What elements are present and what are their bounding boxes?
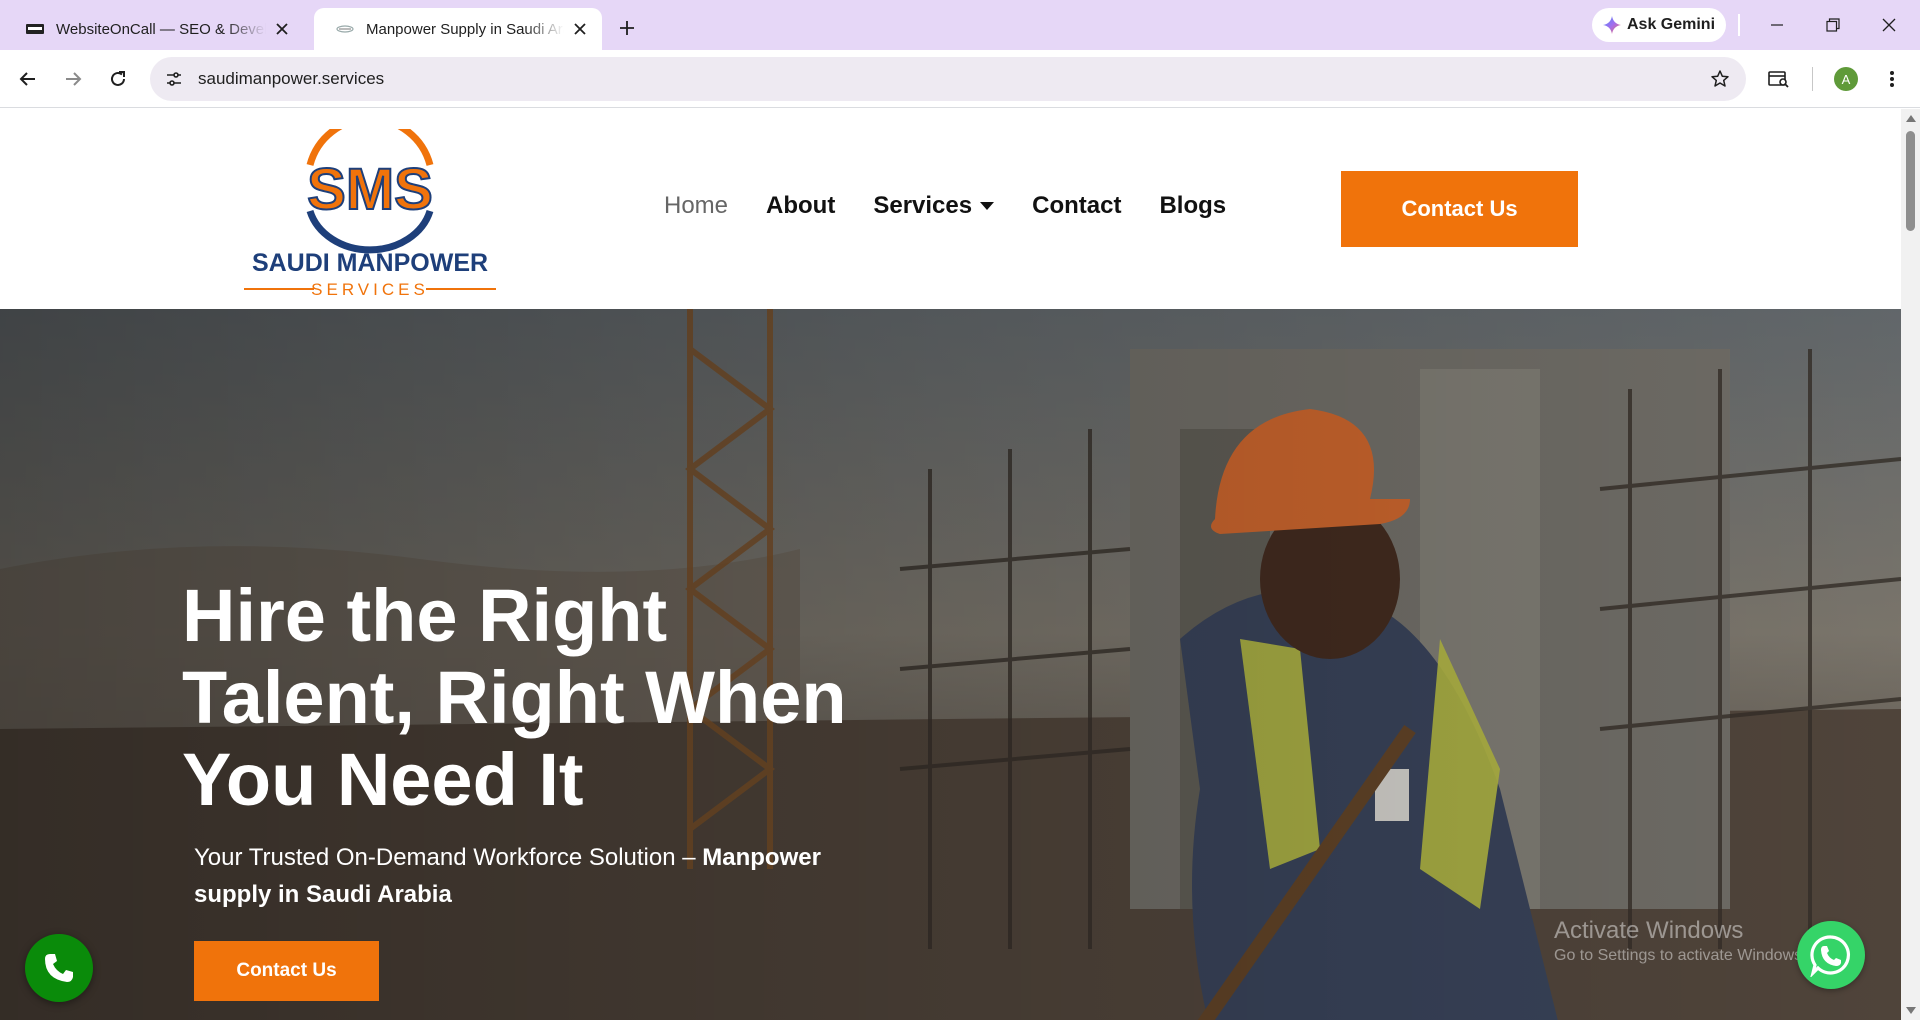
activate-windows-watermark: Activate Windows Go to Settings to activ… xyxy=(1554,917,1807,965)
arrow-right-icon xyxy=(66,72,82,86)
hero-title-line-1: Hire the Right xyxy=(182,574,668,657)
browser-tab-title: WebsiteOnCall — SEO & Development xyxy=(56,20,266,38)
browser-menu-button[interactable] xyxy=(1874,61,1910,97)
toolbar-divider xyxy=(1812,67,1813,91)
logo-company-name: SAUDI MANPOWER xyxy=(252,249,488,277)
logo-tagline: SERVICES xyxy=(311,280,429,299)
site-header: SMS SAUDI MANPOWER SERVICES Home About S… xyxy=(0,109,1901,309)
close-icon xyxy=(1882,18,1896,32)
saudimanpower-favicon-icon xyxy=(336,25,354,33)
whatsapp-icon xyxy=(1810,935,1851,977)
new-tab-button[interactable] xyxy=(612,13,642,43)
browser-tab-websiteoncall[interactable]: WebsiteOnCall — SEO & Development xyxy=(4,8,304,50)
forward-button[interactable] xyxy=(55,61,91,97)
tabbar-divider xyxy=(1738,14,1740,36)
window-close-button[interactable] xyxy=(1864,8,1914,42)
site-settings-icon[interactable] xyxy=(162,67,186,91)
phone-icon xyxy=(45,954,73,982)
plus-icon xyxy=(620,21,634,35)
nav-link-contact[interactable]: Contact xyxy=(1032,192,1121,220)
close-icon[interactable] xyxy=(272,19,292,39)
whatsapp-button[interactable] xyxy=(1797,921,1865,989)
profile-initial: A xyxy=(1841,71,1851,87)
browser-tab-saudimanpower[interactable]: Manpower Supply in Saudi Arabia xyxy=(314,8,602,50)
websiteoncall-favicon-icon xyxy=(26,24,44,34)
nav-link-blogs[interactable]: Blogs xyxy=(1159,192,1226,220)
header-contact-us-button[interactable]: Contact Us xyxy=(1341,171,1578,247)
reload-icon xyxy=(111,71,125,86)
scrollbar-thumb[interactable] xyxy=(1906,131,1915,231)
nav-link-services-label: Services xyxy=(873,192,973,219)
back-button[interactable] xyxy=(10,61,46,97)
address-bar[interactable]: saudimanpower.services xyxy=(150,57,1746,101)
site-logo[interactable]: SMS SAUDI MANPOWER SERVICES xyxy=(228,115,512,299)
url-text[interactable]: saudimanpower.services xyxy=(198,69,384,89)
hero-title: Hire the Right Talent, Right When You Ne… xyxy=(182,575,942,821)
hero-subtitle-plain: Your Trusted On-Demand Workforce Solutio… xyxy=(194,844,703,871)
browser-tab-title: Manpower Supply in Saudi Arabia xyxy=(366,20,564,38)
profile-avatar[interactable]: A xyxy=(1834,67,1858,91)
sms-logo-graphic: SMS SAUDI MANPOWER SERVICES xyxy=(244,115,496,299)
call-button[interactable] xyxy=(25,934,93,1002)
caret-down-icon xyxy=(980,202,995,210)
scroll-up-arrow-icon[interactable] xyxy=(1906,115,1916,122)
gemini-sparkle-icon xyxy=(1602,16,1621,34)
activate-windows-title: Activate Windows xyxy=(1554,917,1744,944)
hero-section: Hire the Right Talent, Right When You Ne… xyxy=(0,309,1901,1020)
activate-windows-subtitle: Go to Settings to activate Windows. xyxy=(1554,947,1807,964)
minimize-button[interactable] xyxy=(1752,8,1802,42)
hero-title-line-3: You Need It xyxy=(182,738,584,821)
hero-contact-us-button[interactable]: Contact Us xyxy=(194,941,379,1001)
hero-subtitle: Your Trusted On-Demand Workforce Solutio… xyxy=(194,839,894,913)
close-icon[interactable] xyxy=(570,19,590,39)
kebab-menu-icon xyxy=(1890,71,1894,87)
restore-button[interactable] xyxy=(1808,8,1858,42)
browser-toolbar: saudimanpower.services A xyxy=(0,50,1920,108)
page-scrollbar[interactable] xyxy=(1901,109,1920,1020)
main-navigation: Home About Services Contact Blogs xyxy=(664,192,1264,220)
page-viewport: SMS SAUDI MANPOWER SERVICES Home About S… xyxy=(0,109,1920,1020)
tab-search-icon xyxy=(1768,71,1789,88)
tab-search-button[interactable] xyxy=(1761,61,1797,97)
nav-link-about[interactable]: About xyxy=(766,192,835,220)
hero-title-line-2: Talent, Right When xyxy=(182,656,847,739)
minimize-icon xyxy=(1771,24,1783,26)
nav-link-home[interactable]: Home xyxy=(664,192,728,220)
restore-icon xyxy=(1826,18,1840,32)
reload-button[interactable] xyxy=(100,61,136,97)
ask-gemini-label: Ask Gemini xyxy=(1626,16,1716,33)
bookmark-star-icon[interactable] xyxy=(1708,67,1732,91)
scroll-down-arrow-icon[interactable] xyxy=(1906,1007,1916,1014)
arrow-left-icon xyxy=(19,72,35,86)
ask-gemini-button[interactable]: Ask Gemini xyxy=(1592,8,1726,42)
browser-tab-strip: WebsiteOnCall — SEO & Development Manpow… xyxy=(0,0,1920,50)
logo-monogram: SMS xyxy=(307,157,433,222)
nav-link-services[interactable]: Services xyxy=(873,192,995,220)
